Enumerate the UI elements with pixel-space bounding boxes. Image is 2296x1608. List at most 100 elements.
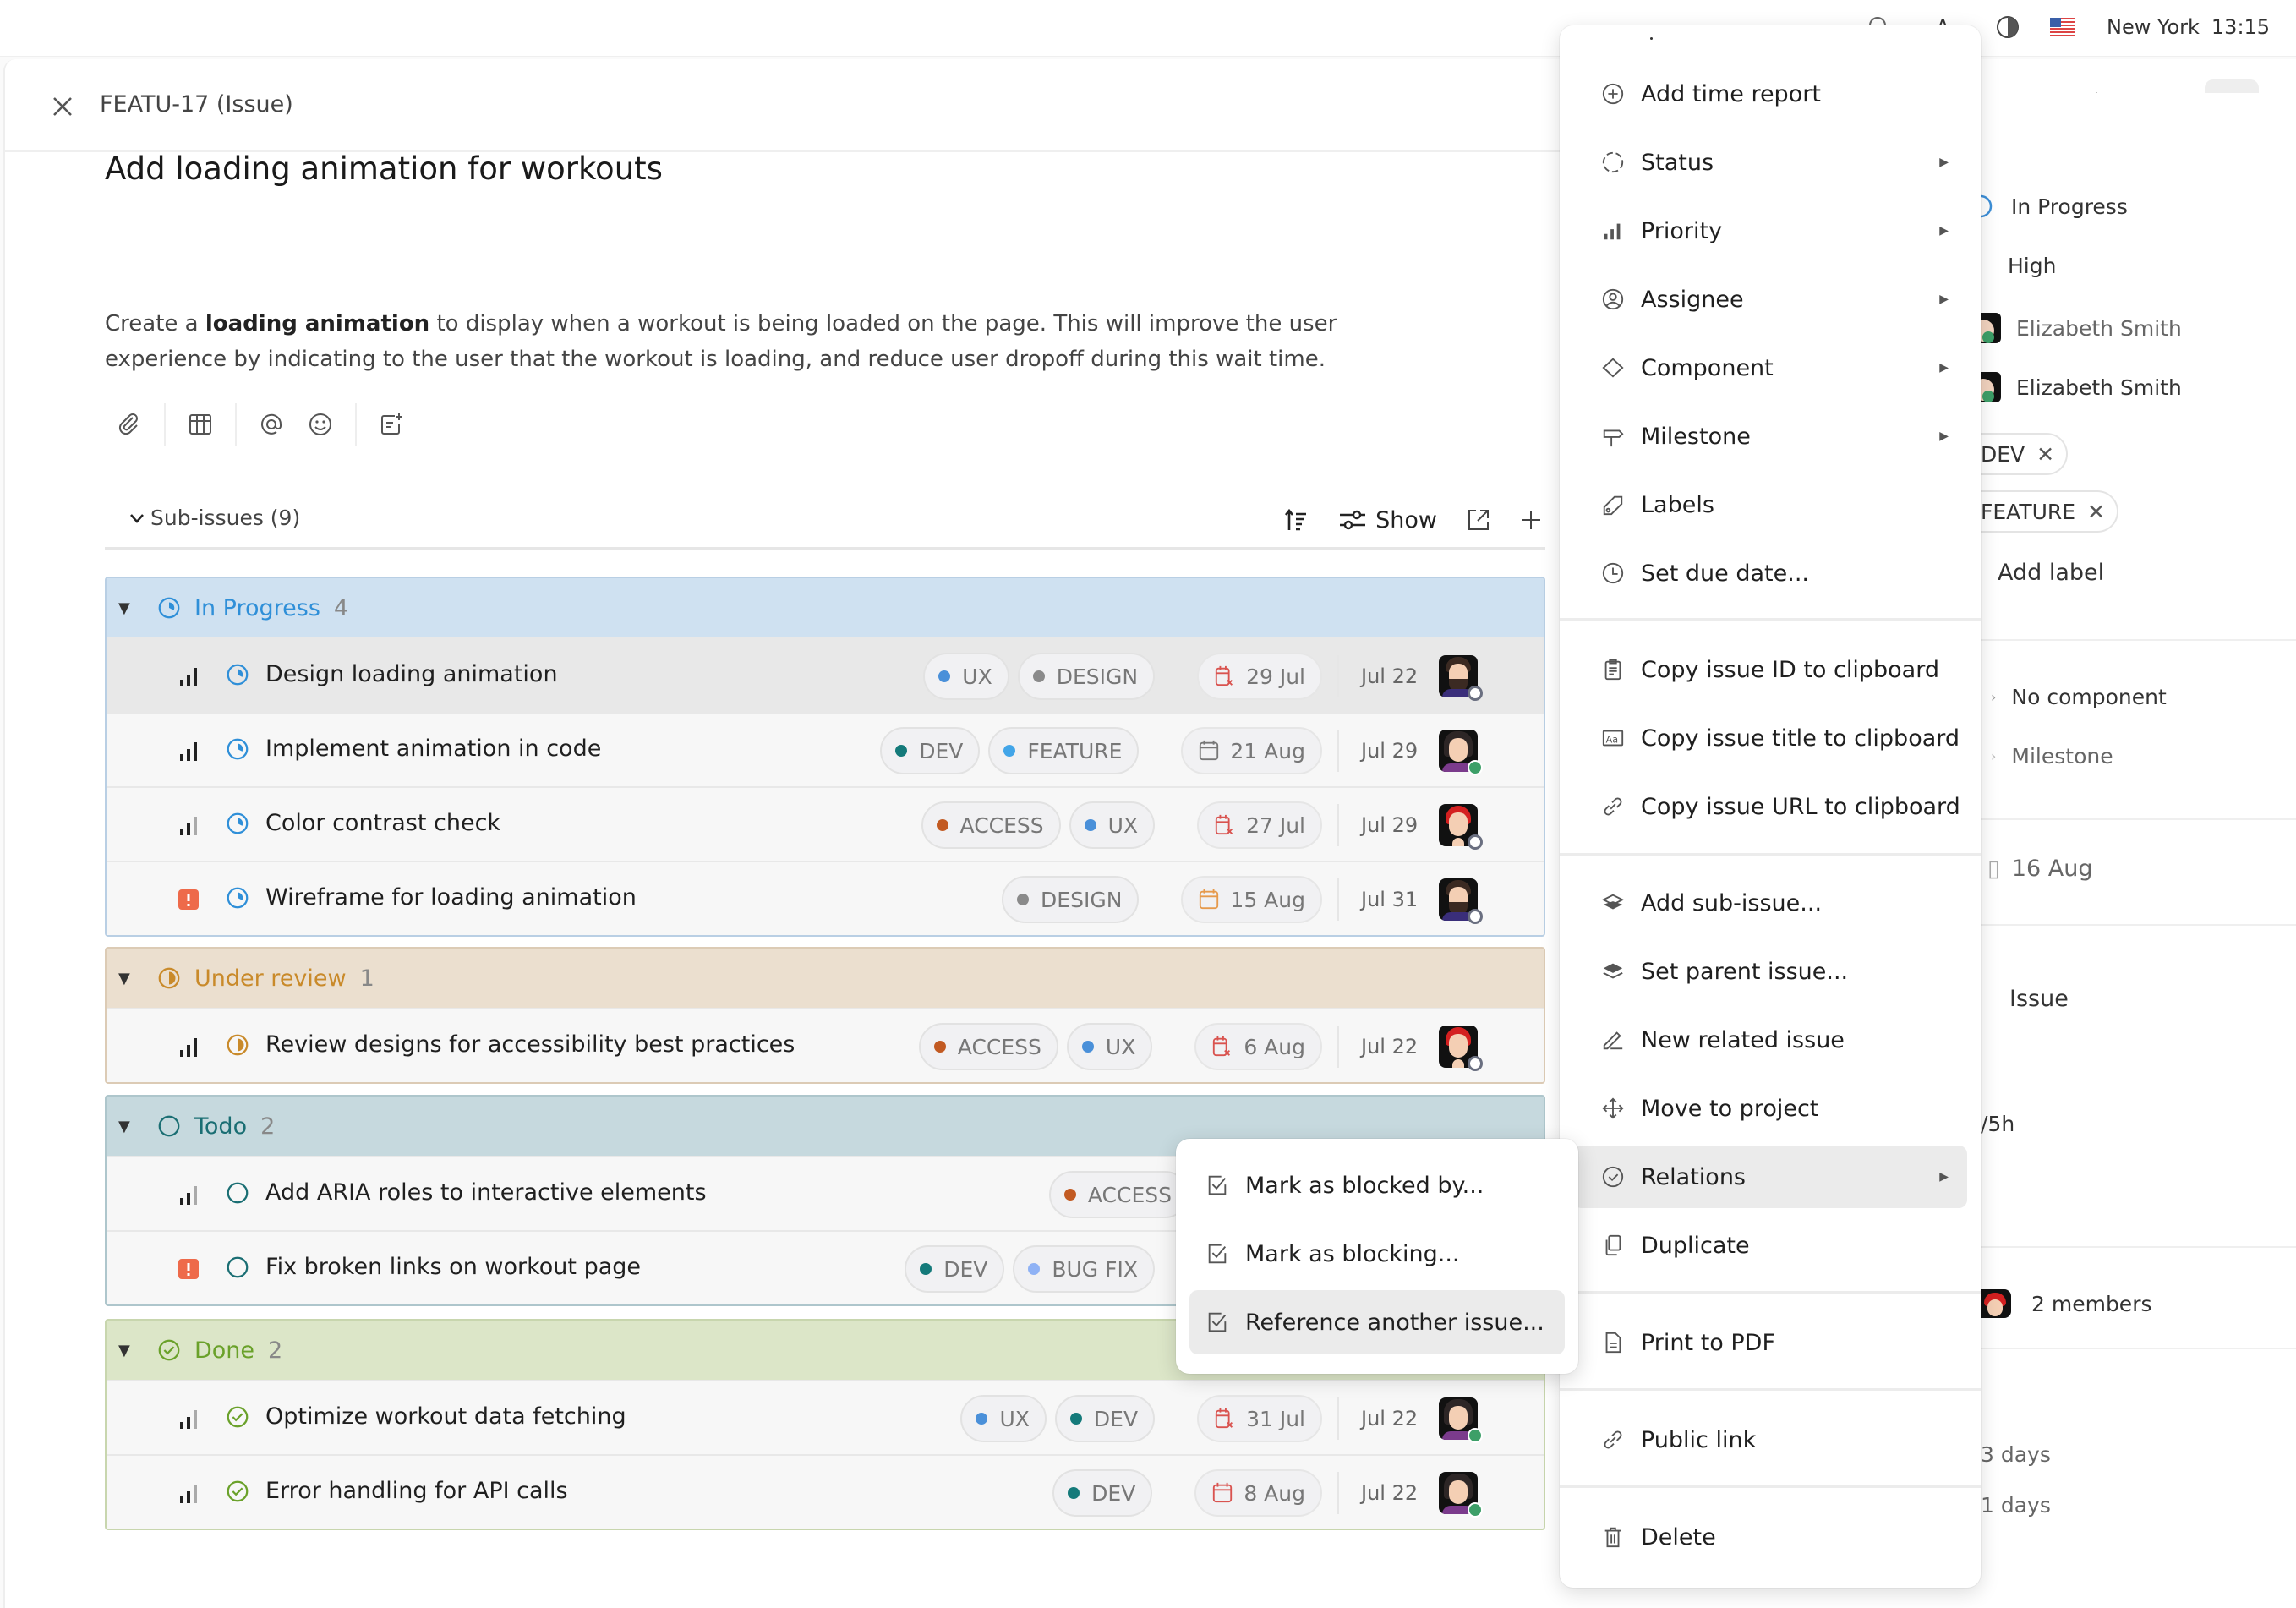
remove-label-icon[interactable]: ✕ <box>2087 500 2105 524</box>
estimate-property[interactable]: /5h <box>1981 1112 2014 1136</box>
remove-label-icon[interactable]: ✕ <box>2036 442 2054 467</box>
done-check-icon[interactable] <box>225 1404 252 1431</box>
attach-button[interactable] <box>105 400 154 449</box>
menu-item-milestone[interactable]: Milestone ▶ <box>1573 405 1967 468</box>
status-group-header[interactable]: ▼ In Progress 4 <box>107 578 1544 637</box>
show-button[interactable]: Show <box>1338 499 1437 541</box>
submenu-item-mark-as-blocked-by[interactable]: Mark as blocked by... <box>1189 1153 1565 1217</box>
menu-item-component[interactable]: Component ▶ <box>1573 336 1967 399</box>
label-tag[interactable]: DEV <box>1054 1395 1156 1442</box>
menu-item-set-due-date[interactable]: Set due date... <box>1573 542 1967 604</box>
high-priority-icon[interactable] <box>178 737 200 763</box>
label-tag[interactable]: DESIGN <box>1002 876 1140 923</box>
high-priority-icon[interactable] <box>178 663 200 688</box>
todo-circle-icon[interactable] <box>225 1255 252 1282</box>
in-progress-icon[interactable] <box>225 885 252 912</box>
high-priority-icon[interactable] <box>178 1033 200 1058</box>
sub-issue-row[interactable]: Implement animation in code DEV FEATURE … <box>107 712 1544 786</box>
assignee-avatar[interactable] <box>1422 1397 1483 1443</box>
collaborators-property[interactable]: 2 members <box>1981 1289 2152 1318</box>
sub-issues-toggle[interactable]: Sub-issues (9) <box>128 506 300 530</box>
due-date-chip[interactable]: 29 Jul <box>1197 653 1322 700</box>
caret-down-icon[interactable]: ▼ <box>118 599 137 617</box>
submenu-item-mark-as-blocking[interactable]: Mark as blocking... <box>1189 1222 1565 1286</box>
open-external-button[interactable] <box>1466 499 1491 541</box>
menu-item-new-related-issue[interactable]: New related issue <box>1573 1009 1967 1071</box>
menu-item-copy-issue-title-to-clipboard[interactable]: Aa Copy issue title to clipboard <box>1573 707 1967 769</box>
sub-issue-row[interactable]: Error handling for API calls DEV 8 Aug J… <box>107 1454 1544 1529</box>
menu-item-copy-issue-url-to-clipboard[interactable]: Copy issue URL to clipboard <box>1573 775 1967 838</box>
label-chip[interactable]: DEV ✕ <box>1981 433 2069 475</box>
due-date-chip[interactable]: 27 Jul <box>1197 801 1322 849</box>
add-note-button[interactable] <box>367 400 416 449</box>
component-property[interactable]: › No component <box>1991 685 2167 709</box>
menu-item-priority[interactable]: Priority ▶ <box>1573 200 1967 262</box>
done-check-icon[interactable] <box>225 1479 252 1506</box>
sub-issue-row[interactable]: Wireframe for loading animation DESIGN 1… <box>107 861 1544 935</box>
sub-issue-row[interactable]: Color contrast check ACCESS UX 27 Jul Ju… <box>107 786 1544 861</box>
menu-item-labels[interactable]: Labels <box>1573 473 1967 536</box>
menu-item-relations[interactable]: Relations ▶ <box>1573 1146 1967 1208</box>
add-label-button[interactable]: Add label <box>1998 560 2104 586</box>
menu-item-set-parent-issue[interactable]: Set parent issue... <box>1573 940 1967 1003</box>
todo-circle-icon[interactable] <box>225 1180 252 1207</box>
menu-item-assignee[interactable]: Assignee ▶ <box>1573 268 1967 331</box>
sub-issue-row[interactable]: Optimize workout data fetching UX DEV 31… <box>107 1380 1544 1454</box>
under-review-icon[interactable] <box>225 1032 252 1059</box>
sort-button[interactable] <box>1282 499 1309 541</box>
label-tag[interactable]: DEV <box>905 1245 1005 1293</box>
label-tag[interactable]: DEV <box>1052 1469 1153 1517</box>
sub-issue-title[interactable]: Review designs for accessibility best pr… <box>265 1031 795 1058</box>
label-tag[interactable]: ACCESS <box>1048 1171 1189 1218</box>
sub-issue-row[interactable]: Review designs for accessibility best pr… <box>107 1008 1544 1082</box>
assignee-property[interactable]: Elizabeth Smith <box>1981 313 2182 343</box>
sub-issue-row[interactable]: Design loading animation UX DESIGN 29 Ju… <box>107 637 1544 712</box>
due-date-chip[interactable]: 21 Aug <box>1181 727 1322 774</box>
label-tag[interactable]: DEV <box>880 727 981 774</box>
sub-issue-title[interactable]: Implement animation in code <box>265 736 601 762</box>
label-tag[interactable]: DESIGN <box>1017 653 1156 700</box>
add-sub-issue-button[interactable] <box>1520 499 1542 541</box>
contrast-icon[interactable] <box>1995 12 2020 42</box>
urgent-priority-icon[interactable] <box>178 1255 200 1281</box>
caret-down-icon[interactable]: ▼ <box>118 1118 137 1135</box>
label-tag[interactable]: FEATURE <box>988 727 1140 774</box>
menu-item-duplicate[interactable]: Duplicate <box>1573 1214 1967 1277</box>
emoji-button[interactable] <box>296 400 345 449</box>
medium-priority-icon[interactable] <box>178 1405 200 1430</box>
caret-down-icon[interactable]: ▼ <box>118 970 137 987</box>
sub-issue-title[interactable]: Design loading animation <box>265 661 558 687</box>
caret-down-icon[interactable]: ▼ <box>118 1342 137 1359</box>
sub-issue-title[interactable]: Optimize workout data fetching <box>265 1403 626 1430</box>
menu-item-add-sub-issue[interactable]: Add sub-issue... <box>1573 872 1967 934</box>
label-tag[interactable]: UX <box>1069 801 1156 849</box>
menu-item-status[interactable]: Status ▶ <box>1573 131 1967 194</box>
label-tag[interactable]: ACCESS <box>921 801 1061 849</box>
menu-item-public-link[interactable]: Public link <box>1573 1408 1967 1471</box>
reporter-property[interactable]: Elizabeth Smith <box>1981 372 2182 402</box>
sub-issue-title[interactable]: Fix broken links on workout page <box>265 1254 641 1280</box>
assignee-avatar[interactable] <box>1422 804 1483 850</box>
sub-issue-title[interactable]: Add ARIA roles to interactive elements <box>265 1179 707 1206</box>
sub-issue-title[interactable]: Error handling for API calls <box>265 1478 568 1504</box>
in-progress-icon[interactable] <box>225 811 252 838</box>
issue-description[interactable]: Create a loading animation to display wh… <box>105 306 1457 377</box>
menu-item-delete[interactable]: Delete <box>1573 1506 1967 1568</box>
assignee-avatar[interactable] <box>1422 878 1483 924</box>
due-date-property[interactable]: ▯ 16 Aug <box>1987 856 2093 882</box>
in-progress-icon[interactable] <box>225 662 252 689</box>
due-date-chip[interactable]: 8 Aug <box>1194 1469 1322 1517</box>
sub-issue-title[interactable]: Color contrast check <box>265 810 500 836</box>
priority-property[interactable]: High <box>2008 254 2056 278</box>
issue-type-property[interactable]: Issue <box>2009 986 2069 1012</box>
assignee-avatar[interactable] <box>1422 730 1483 775</box>
menu-item-copy-issue-id-to-clipboard[interactable]: Copy issue ID to clipboard <box>1573 638 1967 701</box>
label-tag[interactable]: UX <box>1066 1023 1153 1070</box>
label-tag[interactable]: UX <box>923 653 1009 700</box>
label-tag[interactable]: UX <box>960 1395 1047 1442</box>
label-chip[interactable]: FEATURE ✕ <box>1981 490 2119 533</box>
issue-title[interactable]: Add loading animation for workouts <box>105 150 663 187</box>
sub-issue-title[interactable]: Wireframe for loading animation <box>265 884 637 911</box>
medium-priority-icon[interactable] <box>178 812 200 837</box>
status-property[interactable]: In Progress <box>1981 193 2128 220</box>
